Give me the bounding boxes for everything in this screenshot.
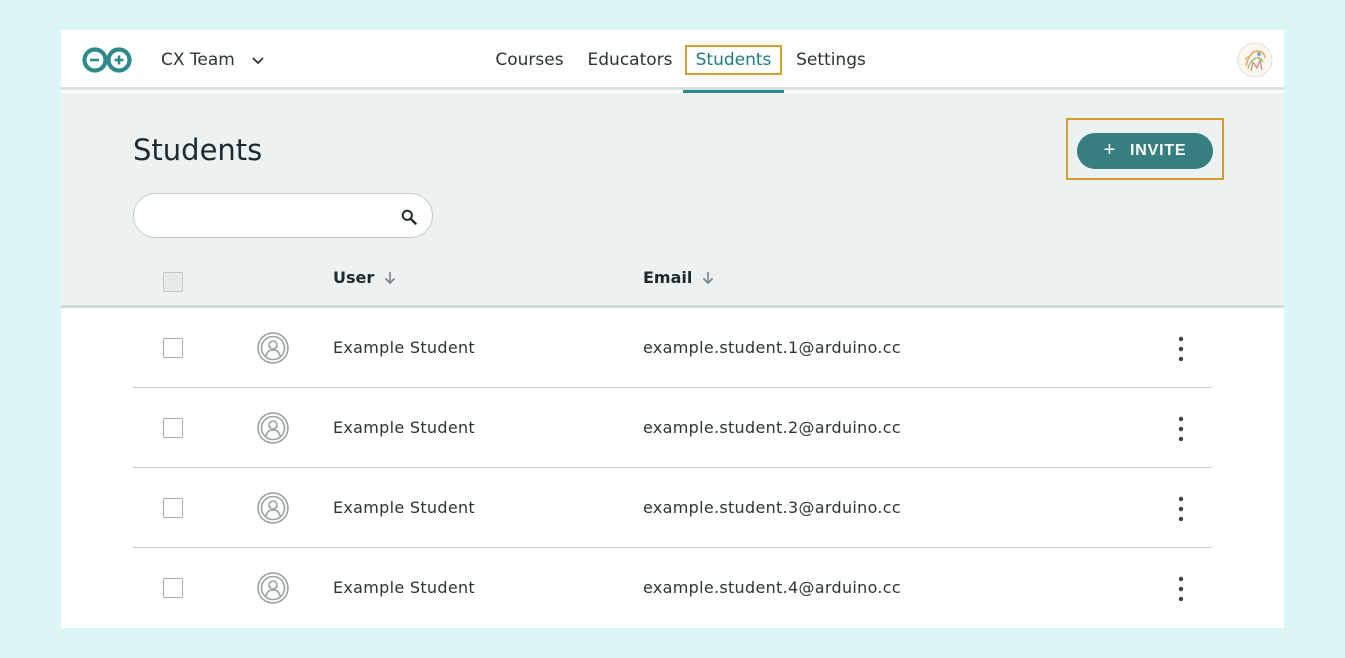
tab-settings[interactable]: Settings <box>784 30 878 90</box>
avatar-illustration-icon <box>1237 42 1273 78</box>
user-email: example.student.3@arduino.cc <box>643 498 901 517</box>
invite-label: INVITE <box>1130 142 1187 159</box>
user-avatar[interactable] <box>1237 42 1273 78</box>
user-avatar-icon <box>257 492 289 524</box>
tab-courses[interactable]: Courses <box>482 30 577 90</box>
row-checkbox[interactable] <box>163 418 183 438</box>
row-checkbox[interactable] <box>163 338 183 358</box>
search-icon[interactable] <box>401 209 417 225</box>
select-all-checkbox[interactable] <box>163 272 183 292</box>
tab-label: Settings <box>796 50 866 70</box>
page-title: Students <box>133 133 263 167</box>
invite-button[interactable]: + INVITE <box>1077 133 1213 169</box>
team-name: CX Team <box>161 50 235 70</box>
team-selector[interactable]: CX Team <box>161 50 265 70</box>
user-name: Example Student <box>333 418 475 437</box>
more-options-icon[interactable] <box>1169 494 1193 524</box>
sort-arrow-down-icon <box>385 271 396 284</box>
user-email: example.student.4@arduino.cc <box>643 578 901 597</box>
table-row: Example Student example.student.2@arduin… <box>61 388 1284 468</box>
tab-label: Students <box>684 45 783 75</box>
students-table: Example Student example.student.1@arduin… <box>61 308 1284 628</box>
row-checkbox[interactable] <box>163 578 183 598</box>
main-nav: Courses Educators Students Settings <box>482 30 878 93</box>
chevron-down-icon <box>252 57 264 65</box>
user-email: example.student.2@arduino.cc <box>643 418 901 437</box>
user-name: Example Student <box>333 498 475 517</box>
more-options-icon[interactable] <box>1169 334 1193 364</box>
plus-icon: + <box>1103 138 1117 161</box>
column-header-label: Email <box>643 268 693 287</box>
tab-label: Courses <box>495 50 564 70</box>
column-header-email[interactable]: Email <box>643 268 714 287</box>
more-options-icon[interactable] <box>1169 574 1193 604</box>
user-avatar-icon <box>257 572 289 604</box>
search-input[interactable] <box>152 204 392 228</box>
row-checkbox[interactable] <box>163 498 183 518</box>
search-box <box>133 193 433 238</box>
user-avatar-icon <box>257 412 289 444</box>
column-header-user[interactable]: User <box>333 268 396 287</box>
tab-label: Educators <box>587 50 673 70</box>
user-email: example.student.1@arduino.cc <box>643 338 901 357</box>
table-row: Example Student example.student.4@arduin… <box>61 548 1284 628</box>
page-header: Students + INVITE User Email <box>61 93 1284 308</box>
more-options-icon[interactable] <box>1169 414 1193 444</box>
arduino-logo-icon[interactable] <box>81 46 133 74</box>
user-name: Example Student <box>333 338 475 357</box>
sort-arrow-down-icon <box>703 271 714 284</box>
table-row: Example Student example.student.1@arduin… <box>61 308 1284 388</box>
app-window: CX Team Courses Educators Students Setti… <box>61 30 1284 628</box>
tab-educators[interactable]: Educators <box>577 30 683 90</box>
column-header-label: User <box>333 268 375 287</box>
tab-students[interactable]: Students <box>683 30 784 93</box>
user-name: Example Student <box>333 578 475 597</box>
user-avatar-icon <box>257 332 289 364</box>
top-navigation-bar: CX Team Courses Educators Students Setti… <box>61 30 1284 93</box>
table-row: Example Student example.student.3@arduin… <box>61 468 1284 548</box>
invite-highlight: + INVITE <box>1066 118 1224 180</box>
